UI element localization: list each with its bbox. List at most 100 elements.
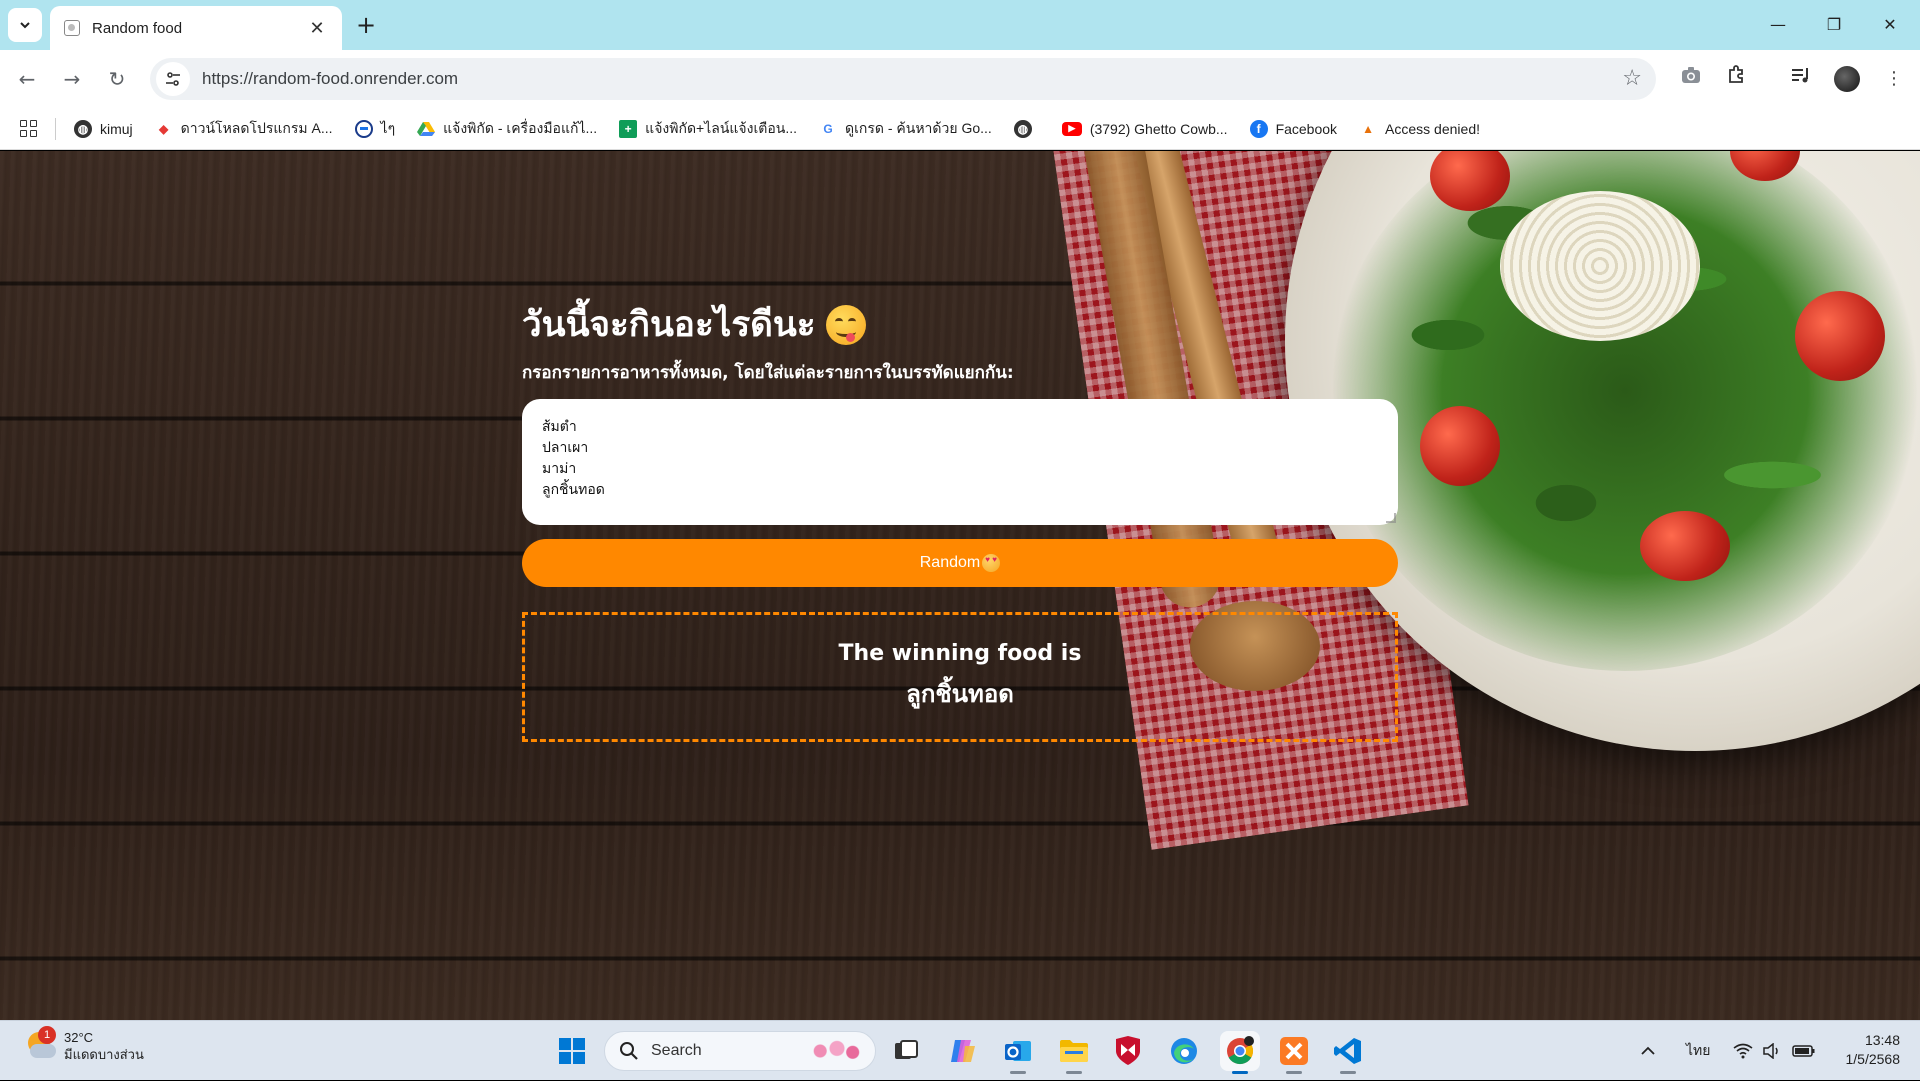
weather-temp: 32°C [64, 1030, 94, 1045]
search-label: Search [651, 1042, 702, 1059]
new-tab-button[interactable]: + [352, 12, 380, 40]
outlook-app[interactable] [998, 1031, 1038, 1074]
clock-date: 1/5/2568 [1845, 1051, 1901, 1067]
tab-strip: Random food ✕ + — ❐ ✕ [0, 0, 1920, 50]
google-sheets-icon: + [619, 119, 638, 138]
close-tab-icon[interactable]: ✕ [306, 18, 328, 39]
kebab-menu-icon[interactable]: ⋮ [1879, 64, 1909, 94]
chevron-down-icon [20, 22, 30, 29]
url-text[interactable]: https://random-food.onrender.com [202, 69, 458, 89]
result-value: ลูกชิ้นทอด [906, 680, 1014, 708]
bookmark-item[interactable]: G ดูเกรด - ค้นหาด้วย Go... [819, 118, 992, 140]
heart-eyes-emoji-icon [982, 554, 1001, 572]
instructions-text: กรอกรายการอาหารทั้งหมด, โดยใส่แต่ละรายกา… [522, 363, 1014, 383]
back-icon[interactable]: ← [12, 64, 42, 94]
copilot-icon [951, 1040, 975, 1062]
google-icon: G [823, 121, 833, 136]
wifi-icon[interactable] [1733, 1021, 1753, 1081]
profile-avatar[interactable] [1834, 66, 1860, 92]
page-title: วันนี้จะกินอะไรดีนะ [522, 297, 866, 352]
page-viewport: วันนี้จะกินอะไรดีนะ กรอกรายการอาหารทั้งห… [0, 151, 1920, 1020]
tray-overflow-chevron-icon[interactable] [1640, 1021, 1656, 1081]
minimize-icon[interactable]: — [1758, 10, 1798, 40]
bookmark-item[interactable]: ▲ Access denied! [1359, 120, 1480, 138]
tab-search-button[interactable] [8, 8, 42, 42]
vscode-icon [1334, 1038, 1361, 1064]
page-title-text: วันนี้จะกินอะไรดีนะ [522, 305, 816, 345]
taskbar: 1 32°C มีแดดบางส่วน Search ไทย 13:48 1/5… [0, 1020, 1920, 1080]
bookmark-label: ไๆ [380, 119, 396, 136]
globe-icon: ◍ [1013, 119, 1032, 138]
media-control-icon[interactable] [1786, 64, 1816, 94]
copilot-app[interactable] [942, 1031, 982, 1071]
outlook-icon [1005, 1041, 1031, 1061]
apps-grid-icon[interactable] [20, 120, 37, 137]
bookmark-item[interactable]: ▶ (3792) Ghetto Cowb... [1061, 121, 1228, 137]
bookmarks-divider [55, 117, 56, 140]
bookmark-item[interactable]: ◍ [1013, 119, 1040, 138]
bookmark-label: Facebook [1275, 120, 1338, 137]
background-tomato [1420, 406, 1500, 486]
bookmark-label: แจ้งพิกัด - เครื่องมือแก้ไ... [443, 119, 598, 136]
globe-icon: ◍ [74, 119, 92, 138]
result-label: The winning food is [838, 641, 1082, 666]
camera-icon[interactable] [1676, 64, 1706, 94]
circle-app-icon [354, 119, 373, 138]
bookmark-item[interactable]: ไๆ [354, 118, 396, 140]
bookmark-label: ดาวน์โหลดโปรแกรม A... [180, 119, 333, 136]
page-favicon-icon [64, 20, 80, 36]
weather-widget[interactable]: 1 32°C มีแดดบางส่วน [24, 1026, 144, 1063]
chrome-app[interactable] [1220, 1031, 1260, 1074]
address-bar[interactable]: https://random-food.onrender.com ☆ [150, 58, 1656, 100]
taskbar-search[interactable]: Search [604, 1031, 876, 1071]
bookmark-label: Access denied! [1385, 120, 1480, 137]
bookmark-label: แจ้งพิกัด+ไลน์แจ้งเตือน... [645, 119, 797, 136]
youtube-icon: ▶ [1061, 121, 1082, 136]
random-button-label: Random [919, 554, 981, 571]
weather-desc: มีแดดบางส่วน [64, 1047, 144, 1062]
bookmark-label: ดูเกรด - ค้นหาด้วย Go... [844, 119, 992, 136]
language-indicator[interactable]: ไทย [1686, 1021, 1710, 1081]
task-view-icon [895, 1040, 918, 1059]
bookmark-label: kimuj [100, 120, 133, 137]
start-button[interactable] [552, 1031, 592, 1071]
system-clock[interactable]: 13:48 1/5/2568 [1820, 1031, 1901, 1069]
forward-icon[interactable]: → [57, 64, 87, 94]
file-explorer-app[interactable] [1054, 1031, 1094, 1074]
extensions-icon[interactable] [1721, 64, 1751, 94]
background-cheese [1500, 191, 1700, 341]
site-logo-icon: ▲ [1362, 121, 1374, 136]
chrome-icon [1227, 1036, 1254, 1065]
background-tomato [1795, 291, 1885, 381]
browser-tab[interactable]: Random food ✕ [50, 6, 342, 50]
browser-toolbar: ← → ↻ https://random-food.onrender.com ☆… [0, 50, 1920, 108]
download-site-icon: ◆ [159, 121, 169, 136]
restore-icon[interactable]: ❐ [1814, 10, 1854, 40]
edge-app[interactable] [1164, 1031, 1204, 1071]
bookmark-item[interactable]: ◍ kimuj [74, 119, 133, 138]
vscode-app[interactable] [1328, 1031, 1368, 1074]
mcafee-app[interactable] [1108, 1031, 1148, 1071]
site-info-icon[interactable] [156, 62, 190, 96]
bookmark-star-icon[interactable]: ☆ [1622, 66, 1642, 91]
google-drive-icon [417, 120, 436, 138]
xampp-icon [1280, 1037, 1308, 1065]
bookmark-item[interactable]: + แจ้งพิกัด+ไลน์แจ้งเตือน... [619, 118, 797, 140]
folder-icon [1060, 1040, 1088, 1062]
bookmark-item[interactable]: แจ้งพิกัด - เครื่องมือแก้ไ... [417, 118, 597, 140]
bookmark-item[interactable]: ◆ ดาวน์โหลดโปรแกรม A... [155, 118, 333, 140]
facebook-icon: f [1249, 119, 1268, 138]
resize-grip-icon[interactable] [1386, 513, 1396, 523]
weather-badge: 1 [38, 1026, 56, 1044]
battery-icon[interactable] [1792, 1021, 1816, 1081]
xampp-app[interactable] [1274, 1031, 1314, 1074]
task-view-button[interactable] [886, 1031, 926, 1071]
food-list-input[interactable] [522, 399, 1398, 525]
mcafee-shield-icon [1116, 1036, 1140, 1065]
bookmark-item[interactable]: f Facebook [1249, 119, 1338, 138]
result-box: The winning food is ลูกชิ้นทอด [522, 612, 1398, 742]
reload-icon[interactable]: ↻ [102, 64, 132, 94]
close-window-icon[interactable]: ✕ [1870, 10, 1910, 40]
volume-icon[interactable] [1762, 1021, 1782, 1081]
random-button[interactable]: Random [522, 539, 1398, 587]
